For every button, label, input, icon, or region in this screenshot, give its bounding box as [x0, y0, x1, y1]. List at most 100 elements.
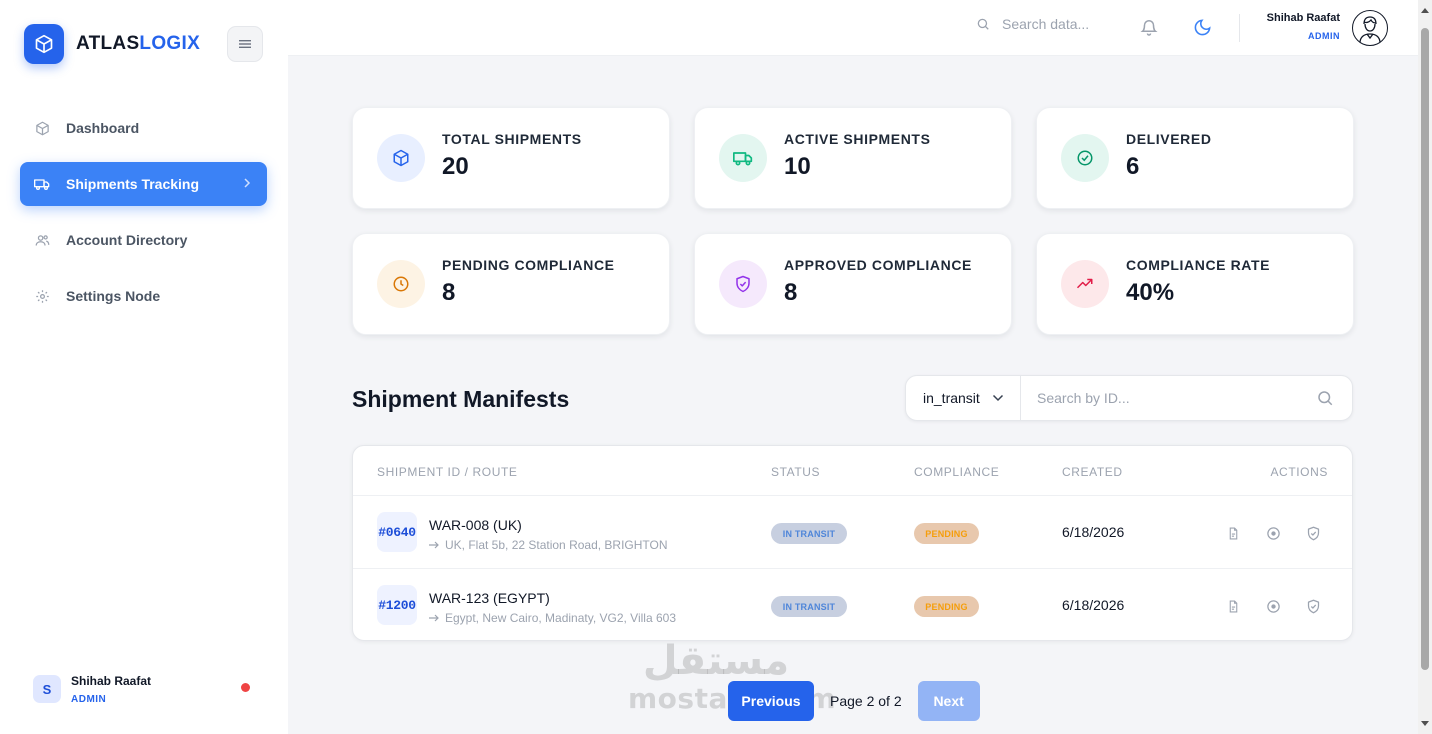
approve-compliance-button[interactable]: [1305, 525, 1321, 541]
sidebar: ATLASLOGIX Dashboard Shipments Tracking …: [0, 0, 288, 734]
stat-value: 10: [784, 153, 811, 180]
route-text: UK, Flat 5b, 22 Station Road, BRIGHTON: [445, 538, 668, 552]
sidebar-nav: Dashboard Shipments Tracking Account Dir…: [20, 106, 267, 330]
watermark-arabic: مستقل: [642, 638, 790, 684]
status-filter-select[interactable]: in_transit: [906, 376, 1021, 420]
stat-value: 8: [784, 279, 798, 306]
arrow-right-icon: [429, 541, 439, 549]
document-icon: [1229, 527, 1237, 539]
stat-value: 8: [442, 279, 456, 306]
bell-icon: [1140, 20, 1158, 36]
global-search: [976, 16, 1122, 32]
shipment-title: WAR-008 (UK): [429, 517, 522, 533]
created-date: 6/18/2026: [1062, 597, 1125, 613]
created-date: 6/18/2026: [1062, 524, 1125, 540]
next-page-button[interactable]: Next: [917, 681, 980, 721]
header-divider: [1239, 14, 1240, 42]
hamburger-icon: [239, 40, 251, 48]
stat-label: COMPLIANCE RATE: [1126, 257, 1271, 273]
stat-card-pending-compliance: PENDING COMPLIANCE 8: [352, 233, 670, 335]
moon-icon: [1194, 19, 1211, 36]
column-header: STATUS: [771, 465, 821, 479]
page-info: Page 2 of 2: [830, 693, 902, 709]
sidebar-item-dashboard[interactable]: Dashboard: [20, 106, 267, 150]
id-search-input[interactable]: [1037, 390, 1316, 406]
column-header: ACTIONS: [1270, 465, 1328, 479]
header-user-info: Shihab Raafat ADMIN: [1267, 12, 1340, 41]
pagination: Previous Page 2 of 2 Next: [728, 681, 980, 721]
dark-mode-toggle[interactable]: [1193, 18, 1212, 42]
scroll-up-arrow-icon[interactable]: [1421, 8, 1429, 13]
stat-label: PENDING COMPLIANCE: [442, 257, 615, 273]
check-circle-icon: [1061, 134, 1109, 182]
approve-compliance-button[interactable]: [1305, 598, 1321, 614]
sidebar-item-account-directory[interactable]: Account Directory: [20, 218, 267, 262]
column-header: COMPLIANCE: [914, 465, 1000, 479]
trending-up-icon: [1061, 260, 1109, 308]
chevron-right-icon: [244, 178, 251, 188]
table-row[interactable]: #1200 WAR-123 (EGYPT) Egypt, New Cairo, …: [353, 569, 1352, 642]
menu-toggle-button[interactable]: [227, 26, 263, 62]
table-header: SHIPMENT ID / ROUTE STATUS COMPLIANCE CR…: [353, 446, 1352, 496]
truck-icon: [719, 134, 767, 182]
target-icon: [1266, 526, 1280, 540]
stat-card-approved-compliance: APPROVED COMPLIANCE 8: [694, 233, 1012, 335]
arrow-right-icon: [429, 614, 439, 622]
stat-value: 40%: [1126, 279, 1175, 306]
compliance-badge: PENDING: [914, 596, 979, 617]
notifications-button[interactable]: [1140, 18, 1158, 42]
stat-label: APPROVED COMPLIANCE: [784, 257, 972, 273]
brand-logo-icon: [24, 24, 64, 64]
stat-value: 20: [442, 153, 469, 180]
brand[interactable]: ATLASLOGIX: [24, 24, 200, 64]
shield-check-icon: [719, 260, 767, 308]
track-button[interactable]: [1265, 598, 1281, 614]
stat-value: 6: [1126, 153, 1140, 180]
truck-icon: [34, 176, 50, 192]
sidebar-item-label: Settings Node: [66, 288, 161, 304]
page-scrollbar[interactable]: [1418, 0, 1432, 734]
chevron-down-icon: [992, 394, 1003, 402]
sidebar-user-role: ADMIN: [71, 693, 107, 705]
gear-icon: [34, 288, 50, 304]
global-search-input[interactable]: [1002, 16, 1122, 32]
section-title: Shipment Manifests: [352, 386, 570, 412]
target-icon: [1266, 599, 1280, 613]
status-filter-value: in_transit: [923, 390, 980, 406]
users-icon: [34, 232, 50, 248]
avatar: S: [33, 675, 61, 703]
avatar[interactable]: [1352, 10, 1388, 46]
box-icon: [34, 120, 50, 136]
search-icon[interactable]: [1316, 389, 1334, 407]
column-header: SHIPMENT ID / ROUTE: [377, 465, 518, 479]
header-user-role: ADMIN: [1308, 31, 1340, 41]
table-row[interactable]: #0640 WAR-008 (UK) UK, Flat 5b, 22 Stati…: [353, 496, 1352, 569]
clock-icon: [377, 260, 425, 308]
online-status-dot: [241, 683, 250, 692]
scrollbar-thumb[interactable]: [1421, 28, 1429, 670]
stat-label: ACTIVE SHIPMENTS: [784, 131, 931, 147]
shipment-route: UK, Flat 5b, 22 Station Road, BRIGHTON: [429, 538, 668, 552]
stat-label: DELIVERED: [1126, 131, 1212, 147]
sidebar-user-profile[interactable]: S Shihab Raafat ADMIN: [33, 672, 258, 706]
brand-name: ATLASLOGIX: [76, 33, 201, 54]
view-document-button[interactable]: [1225, 525, 1241, 541]
user-avatar-icon: [1359, 16, 1381, 44]
sidebar-user-name: Shihab Raafat: [71, 673, 152, 688]
track-button[interactable]: [1265, 525, 1281, 541]
view-document-button[interactable]: [1225, 598, 1241, 614]
scroll-down-arrow-icon[interactable]: [1421, 721, 1429, 726]
previous-page-button[interactable]: Previous: [728, 681, 814, 721]
sidebar-item-settings-node[interactable]: Settings Node: [20, 274, 267, 318]
shipment-title: WAR-123 (EGYPT): [429, 590, 550, 606]
status-badge: IN TRANSIT: [771, 596, 847, 617]
document-icon: [1229, 600, 1237, 612]
shield-check-icon: [1307, 526, 1319, 540]
top-bar: Shihab Raafat ADMIN: [288, 0, 1418, 56]
shipment-id-badge: #1200: [377, 585, 417, 625]
search-icon: [977, 18, 989, 30]
shield-check-icon: [1307, 599, 1319, 613]
sidebar-item-shipments-tracking[interactable]: Shipments Tracking: [20, 162, 267, 206]
stat-label: TOTAL SHIPMENTS: [442, 131, 582, 147]
column-header: CREATED: [1062, 465, 1123, 479]
